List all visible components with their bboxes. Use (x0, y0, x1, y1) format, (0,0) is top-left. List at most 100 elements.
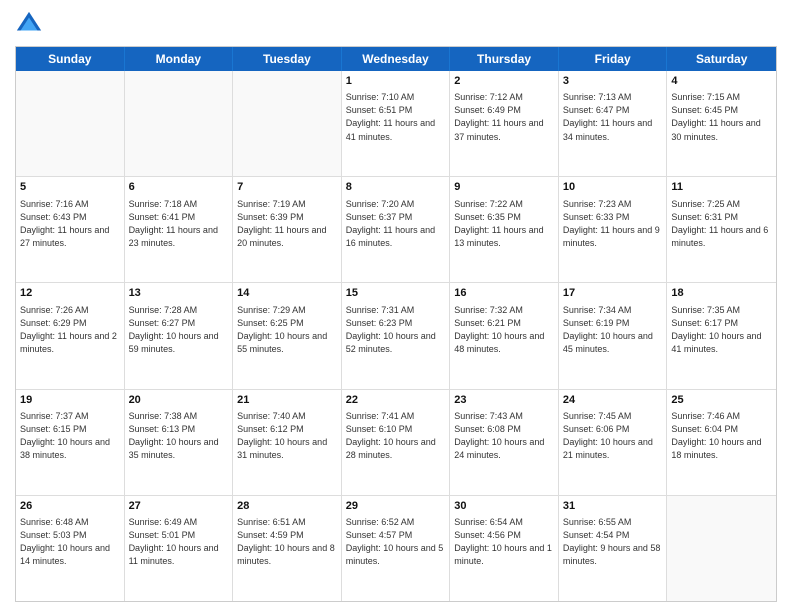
day-number: 28 (237, 499, 337, 514)
day-number: 14 (237, 286, 337, 301)
cell-text: Sunrise: 7:31 AM Sunset: 6:23 PM Dayligh… (346, 304, 446, 356)
cal-cell-4-0: 26 Sunrise: 6:48 AM Sunset: 5:03 PM Dayli… (16, 496, 125, 601)
cell-text: Sunrise: 7:43 AM Sunset: 6:08 PM Dayligh… (454, 410, 554, 462)
logo-icon (15, 10, 43, 38)
header-wednesday: Wednesday (342, 47, 451, 71)
cell-text: Sunrise: 6:55 AM Sunset: 4:54 PM Dayligh… (563, 516, 663, 568)
cell-text: Sunrise: 7:26 AM Sunset: 6:29 PM Dayligh… (20, 304, 120, 356)
cell-text: Sunrise: 7:13 AM Sunset: 6:47 PM Dayligh… (563, 91, 663, 143)
cell-text: Sunrise: 6:52 AM Sunset: 4:57 PM Dayligh… (346, 516, 446, 568)
day-number: 5 (20, 180, 120, 195)
day-number: 8 (346, 180, 446, 195)
day-number: 12 (20, 286, 120, 301)
cal-cell-2-4: 16Sunrise: 7:32 AM Sunset: 6:21 PM Dayli… (450, 283, 559, 388)
day-number: 23 (454, 393, 554, 408)
cell-text: Sunrise: 7:38 AM Sunset: 6:13 PM Dayligh… (129, 410, 229, 462)
cell-text: Sunrise: 7:23 AM Sunset: 6:33 PM Dayligh… (563, 198, 663, 250)
day-number: 11 (671, 180, 772, 195)
cal-cell-0-0 (16, 71, 125, 176)
cal-cell-0-3: 1Sunrise: 7:10 AM Sunset: 6:51 PM Daylig… (342, 71, 451, 176)
day-number: 26 (20, 499, 120, 514)
cal-cell-1-5: 10Sunrise: 7:23 AM Sunset: 6:33 PM Dayli… (559, 177, 668, 282)
day-number: 4 (671, 74, 772, 89)
day-number: 18 (671, 286, 772, 301)
day-number: 15 (346, 286, 446, 301)
cal-cell-4-3: 29 Sunrise: 6:52 AM Sunset: 4:57 PM Dayli… (342, 496, 451, 601)
cal-cell-2-6: 18 Sunrise: 7:35 AM Sunset: 6:17 PM Dayli… (667, 283, 776, 388)
cell-text: Sunrise: 7:40 AM Sunset: 6:12 PM Dayligh… (237, 410, 337, 462)
calendar-row-2: 12 Sunrise: 7:26 AM Sunset: 6:29 PM Dayli… (16, 283, 776, 389)
cal-cell-3-1: 20 Sunrise: 7:38 AM Sunset: 6:13 PM Dayli… (125, 390, 234, 495)
header-thursday: Thursday (450, 47, 559, 71)
cal-cell-3-2: 21 Sunrise: 7:40 AM Sunset: 6:12 PM Dayli… (233, 390, 342, 495)
header-friday: Friday (559, 47, 668, 71)
calendar-body: 1Sunrise: 7:10 AM Sunset: 6:51 PM Daylig… (16, 71, 776, 601)
day-number: 17 (563, 286, 663, 301)
cell-text: Sunrise: 7:16 AM Sunset: 6:43 PM Dayligh… (20, 198, 120, 250)
cell-text: Sunrise: 7:22 AM Sunset: 6:35 PM Dayligh… (454, 198, 554, 250)
cell-text: Sunrise: 7:28 AM Sunset: 6:27 PM Dayligh… (129, 304, 229, 356)
cell-text: Sunrise: 7:41 AM Sunset: 6:10 PM Dayligh… (346, 410, 446, 462)
day-number: 27 (129, 499, 229, 514)
cal-cell-1-1: 6 Sunrise: 7:18 AM Sunset: 6:41 PM Daylig… (125, 177, 234, 282)
cal-cell-1-0: 5 Sunrise: 7:16 AM Sunset: 6:43 PM Daylig… (16, 177, 125, 282)
cell-text: Sunrise: 7:45 AM Sunset: 6:06 PM Dayligh… (563, 410, 663, 462)
calendar-row-0: 1Sunrise: 7:10 AM Sunset: 6:51 PM Daylig… (16, 71, 776, 177)
cell-text: Sunrise: 7:35 AM Sunset: 6:17 PM Dayligh… (671, 304, 772, 356)
cal-cell-2-0: 12 Sunrise: 7:26 AM Sunset: 6:29 PM Dayli… (16, 283, 125, 388)
day-number: 24 (563, 393, 663, 408)
cal-cell-1-6: 11 Sunrise: 7:25 AM Sunset: 6:31 PM Dayli… (667, 177, 776, 282)
cell-text: Sunrise: 6:48 AM Sunset: 5:03 PM Dayligh… (20, 516, 120, 568)
cal-cell-4-4: 30 Sunrise: 6:54 AM Sunset: 4:56 PM Dayli… (450, 496, 559, 601)
logo (15, 10, 47, 38)
cal-cell-0-5: 3 Sunrise: 7:13 AM Sunset: 6:47 PM Daylig… (559, 71, 668, 176)
day-number: 3 (563, 74, 663, 89)
day-number: 6 (129, 180, 229, 195)
cal-cell-3-0: 19 Sunrise: 7:37 AM Sunset: 6:15 PM Dayli… (16, 390, 125, 495)
cal-cell-4-6 (667, 496, 776, 601)
cal-cell-4-5: 31 Sunrise: 6:55 AM Sunset: 4:54 PM Dayli… (559, 496, 668, 601)
day-number: 2 (454, 74, 554, 89)
cal-cell-1-2: 7Sunrise: 7:19 AM Sunset: 6:39 PM Daylig… (233, 177, 342, 282)
day-number: 31 (563, 499, 663, 514)
day-number: 13 (129, 286, 229, 301)
cell-text: Sunrise: 7:34 AM Sunset: 6:19 PM Dayligh… (563, 304, 663, 356)
cell-text: Sunrise: 7:37 AM Sunset: 6:15 PM Dayligh… (20, 410, 120, 462)
cell-text: Sunrise: 7:20 AM Sunset: 6:37 PM Dayligh… (346, 198, 446, 250)
day-number: 20 (129, 393, 229, 408)
cell-text: Sunrise: 7:46 AM Sunset: 6:04 PM Dayligh… (671, 410, 772, 462)
day-number: 22 (346, 393, 446, 408)
calendar-row-3: 19 Sunrise: 7:37 AM Sunset: 6:15 PM Dayli… (16, 390, 776, 496)
day-number: 16 (454, 286, 554, 301)
cal-cell-1-4: 9 Sunrise: 7:22 AM Sunset: 6:35 PM Daylig… (450, 177, 559, 282)
cal-cell-2-2: 14 Sunrise: 7:29 AM Sunset: 6:25 PM Dayli… (233, 283, 342, 388)
header (15, 10, 777, 38)
cal-cell-3-4: 23 Sunrise: 7:43 AM Sunset: 6:08 PM Dayli… (450, 390, 559, 495)
cal-cell-4-1: 27 Sunrise: 6:49 AM Sunset: 5:01 PM Dayli… (125, 496, 234, 601)
cal-cell-3-6: 25 Sunrise: 7:46 AM Sunset: 6:04 PM Dayli… (667, 390, 776, 495)
cell-text: Sunrise: 6:49 AM Sunset: 5:01 PM Dayligh… (129, 516, 229, 568)
day-number: 30 (454, 499, 554, 514)
day-number: 25 (671, 393, 772, 408)
cal-cell-2-5: 17 Sunrise: 7:34 AM Sunset: 6:19 PM Dayli… (559, 283, 668, 388)
day-number: 9 (454, 180, 554, 195)
calendar-row-1: 5 Sunrise: 7:16 AM Sunset: 6:43 PM Daylig… (16, 177, 776, 283)
calendar-row-4: 26 Sunrise: 6:48 AM Sunset: 5:03 PM Dayli… (16, 496, 776, 601)
cal-cell-2-1: 13 Sunrise: 7:28 AM Sunset: 6:27 PM Dayli… (125, 283, 234, 388)
cal-cell-0-4: 2 Sunrise: 7:12 AM Sunset: 6:49 PM Daylig… (450, 71, 559, 176)
cell-text: Sunrise: 7:25 AM Sunset: 6:31 PM Dayligh… (671, 198, 772, 250)
cell-text: Sunrise: 7:29 AM Sunset: 6:25 PM Dayligh… (237, 304, 337, 356)
cal-cell-1-3: 8 Sunrise: 7:20 AM Sunset: 6:37 PM Daylig… (342, 177, 451, 282)
cell-text: Sunrise: 7:12 AM Sunset: 6:49 PM Dayligh… (454, 91, 554, 143)
day-number: 21 (237, 393, 337, 408)
day-number: 29 (346, 499, 446, 514)
header-sunday: Sunday (16, 47, 125, 71)
header-saturday: Saturday (667, 47, 776, 71)
cell-text: Sunrise: 7:18 AM Sunset: 6:41 PM Dayligh… (129, 198, 229, 250)
calendar-header: SundayMondayTuesdayWednesdayThursdayFrid… (16, 47, 776, 71)
cal-cell-2-3: 15 Sunrise: 7:31 AM Sunset: 6:23 PM Dayli… (342, 283, 451, 388)
cell-text: Sunrise: 7:15 AM Sunset: 6:45 PM Dayligh… (671, 91, 772, 143)
header-tuesday: Tuesday (233, 47, 342, 71)
day-number: 19 (20, 393, 120, 408)
cell-text: Sunrise: 6:54 AM Sunset: 4:56 PM Dayligh… (454, 516, 554, 568)
